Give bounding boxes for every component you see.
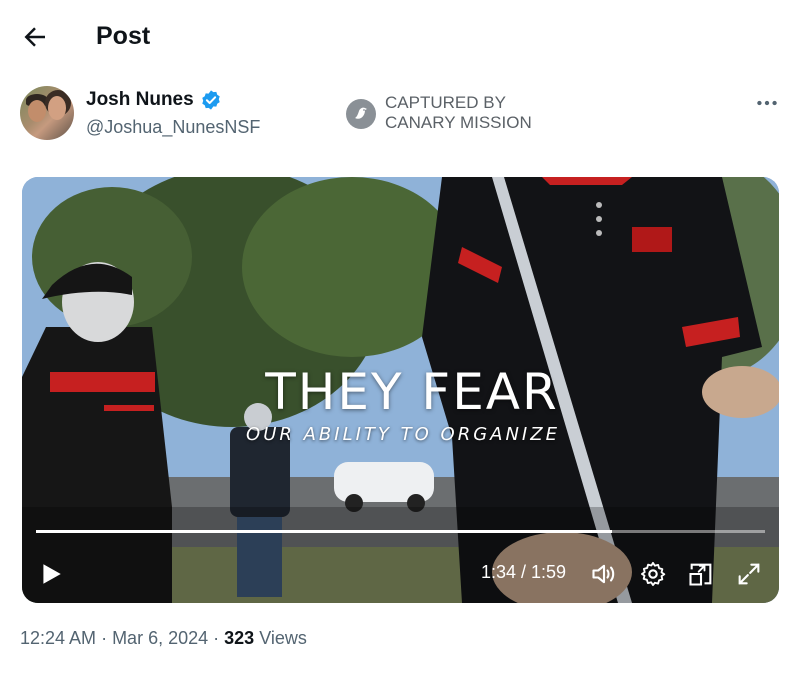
post-time[interactable]: 12:24 AM	[20, 628, 96, 648]
post-author: Josh Nunes @Joshua_NunesNSF CAPTURED BY …	[20, 86, 780, 146]
volume-button[interactable]	[590, 560, 618, 588]
picture-in-picture-button[interactable]	[687, 560, 715, 588]
author-handle[interactable]: @Joshua_NunesNSF	[86, 117, 260, 138]
post-metadata: 12:24 AM · Mar 6, 2024 · 323 Views	[20, 628, 307, 649]
video-time-display: 1:34 / 1:59	[481, 562, 567, 582]
video-overlay-subtitle: OUR ABILITY TO ORGANIZE	[246, 424, 560, 445]
views-label: Views	[259, 628, 307, 648]
meta-separator: ·	[96, 628, 113, 648]
post-header: Post	[0, 0, 800, 72]
avatar[interactable]	[20, 86, 74, 140]
video-overlay-title: THEY FEAR	[265, 363, 559, 421]
page-title: Post	[96, 22, 151, 50]
verified-badge-icon	[202, 90, 220, 110]
settings-button[interactable]	[639, 560, 667, 588]
watermark-line-1: CAPTURED BY	[385, 93, 506, 112]
canary-bird-logo-icon	[346, 99, 376, 129]
meta-separator-2: ·	[208, 628, 225, 648]
post-date[interactable]: Mar 6, 2024	[112, 628, 208, 648]
back-button[interactable]	[20, 22, 50, 52]
author-display-name[interactable]: Josh Nunes	[86, 89, 194, 111]
play-button[interactable]	[38, 561, 64, 587]
fullscreen-button[interactable]	[735, 560, 763, 588]
views-count: 323	[224, 628, 255, 648]
watermark-line-2: CANARY MISSION	[385, 113, 532, 132]
video-player[interactable]: THEY FEAR OUR ABILITY TO ORGANIZE 1:34 /…	[22, 177, 779, 603]
more-options-button[interactable]	[754, 90, 780, 116]
video-progress-fill	[36, 530, 612, 533]
video-progress-bar[interactable]	[36, 530, 765, 533]
canary-mission-watermark: CAPTURED BY CANARY MISSION	[345, 93, 585, 137]
